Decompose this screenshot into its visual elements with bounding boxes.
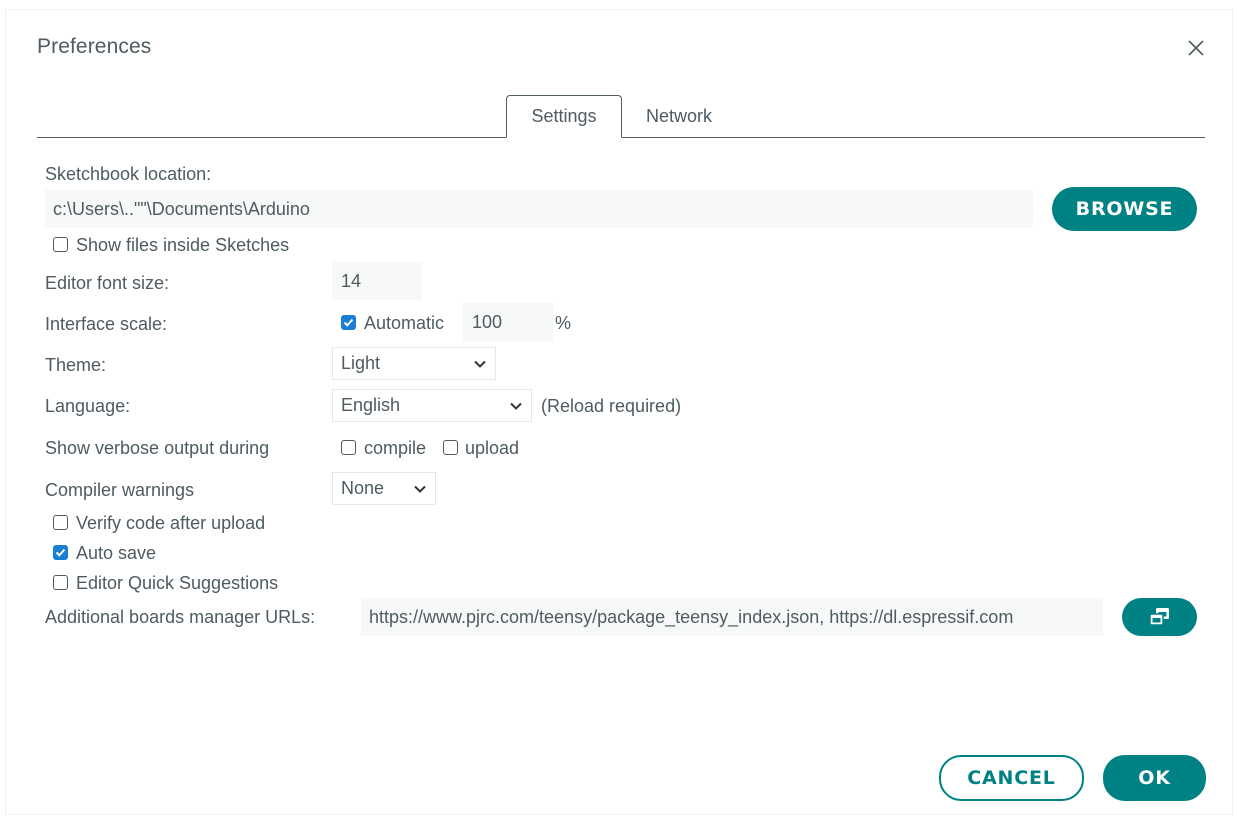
boards-urls-label: Additional boards manager URLs: [45, 607, 316, 627]
automatic-checkbox[interactable] [341, 315, 356, 330]
language-select[interactable]: English [332, 389, 532, 422]
sketchbook-path-input[interactable]: c:\Users\..""\Documents\Arduino [45, 190, 1033, 228]
theme-label: Theme: [45, 355, 107, 375]
chevron-down-icon [414, 485, 426, 493]
open-in-window-icon[interactable] [1122, 598, 1197, 636]
close-icon[interactable] [1184, 36, 1208, 60]
checkmark-icon [55, 548, 66, 557]
quick-suggestions-label: Editor Quick Suggestions [76, 573, 279, 593]
compile-label: compile [364, 438, 427, 458]
cancel-button[interactable]: CANCEL [939, 755, 1084, 801]
dialog-title: Preferences [37, 35, 152, 58]
browse-button[interactable]: BROWSE [1052, 187, 1197, 231]
editor-font-size-input[interactable]: 14 [332, 262, 422, 300]
verify-code-checkbox[interactable] [53, 515, 68, 530]
interface-scale-input[interactable]: 100 [463, 303, 553, 341]
verify-code-label: Verify code after upload [76, 513, 266, 533]
editor-font-size-label: Editor font size: [45, 273, 170, 293]
upload-label: upload [465, 438, 520, 458]
reload-required-note: (Reload required) [541, 396, 682, 416]
language-label: Language: [45, 396, 131, 416]
compiler-warnings-value: None [341, 478, 385, 498]
theme-select-value: Light [341, 353, 381, 373]
compiler-warnings-label: Compiler warnings [45, 480, 195, 500]
chevron-down-icon [510, 402, 522, 410]
upload-checkbox[interactable] [443, 440, 458, 455]
chevron-down-icon [474, 360, 486, 368]
verbose-output-label: Show verbose output during [45, 438, 270, 458]
tab-settings[interactable]: Settings [506, 95, 622, 138]
tab-network-label: Network [645, 106, 712, 126]
auto-save-checkbox[interactable] [53, 545, 68, 560]
quick-suggestions-checkbox[interactable] [53, 575, 68, 590]
tab-settings-label: Settings [531, 106, 597, 126]
show-files-checkbox[interactable] [53, 237, 68, 252]
sketchbook-location-label: Sketchbook location: [45, 164, 212, 184]
boards-urls-input[interactable]: https://www.pjrc.com/teensy/package_teen… [361, 598, 1103, 636]
automatic-label: Automatic [364, 313, 445, 333]
tab-network[interactable]: Network [628, 95, 730, 138]
auto-save-label: Auto save [76, 543, 157, 563]
ok-button[interactable]: OK [1103, 755, 1206, 801]
compiler-warnings-select[interactable]: None [332, 472, 436, 505]
language-select-value: English [341, 395, 401, 415]
theme-select[interactable]: Light [332, 347, 496, 380]
compile-checkbox[interactable] [341, 440, 356, 455]
scale-unit-label: % [555, 313, 572, 333]
show-files-label: Show files inside Sketches [76, 235, 290, 255]
interface-scale-label: Interface scale: [45, 314, 168, 334]
checkmark-icon [343, 318, 354, 327]
open-editor-icon [1148, 608, 1169, 626]
